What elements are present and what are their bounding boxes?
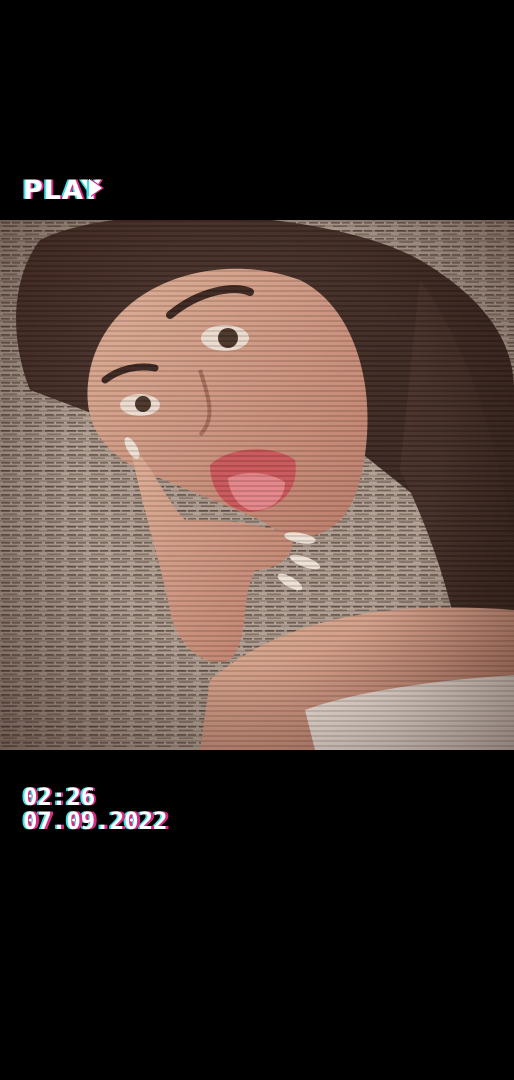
play-triangle-icon (89, 179, 102, 197)
portrait-illustration (0, 220, 514, 750)
timestamp-date: 07.09.2022 (23, 807, 168, 835)
timestamp-time: 02:26 (23, 783, 96, 811)
photo (0, 220, 514, 750)
